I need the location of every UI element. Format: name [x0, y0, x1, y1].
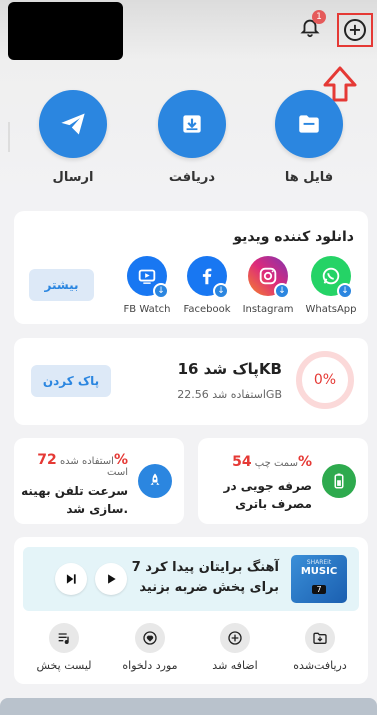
battery-saver-card[interactable]: سمت چپ 54% صرفه جویی در مصرف باتری — [198, 438, 368, 524]
app-name: WhatsApp — [305, 304, 357, 315]
next-button[interactable] — [55, 563, 87, 595]
app-fb-watch[interactable]: ↓ FB Watch — [118, 256, 176, 315]
boost-desc-2: سازی شد. — [66, 502, 128, 516]
used-text: استفاده شد 22.56GB — [177, 388, 282, 401]
video-downloader-title: دانلود کننده ویدیو — [233, 229, 354, 245]
app-name: FB Watch — [123, 304, 171, 315]
phone-boost-card[interactable]: استفاده شده 72% است سرعت تلفن بهینه سازی… — [14, 438, 184, 524]
battery-desc-1: صرفه جویی در — [223, 479, 312, 493]
boost-percent-suffix: استفاده شده — [59, 456, 114, 467]
receive-action[interactable]: دریافت — [157, 90, 227, 185]
download-badge-icon: ↓ — [337, 283, 353, 299]
tab-favorite[interactable]: مورد دلخواه — [110, 623, 190, 672]
download-badge-icon: ↓ — [153, 283, 169, 299]
redacted-area — [8, 2, 123, 60]
add-button[interactable]: + — [337, 13, 373, 47]
thumb-brand: SHAREit — [306, 559, 332, 566]
tab-downloaded[interactable]: دریافت‌شده — [280, 623, 360, 672]
storage-clean-card: 0% پاک شد 16KB استفاده شد 22.56GB پاک کر… — [14, 338, 368, 425]
battery-desc-2: مصرف باتری — [235, 497, 312, 511]
rocket-icon — [138, 464, 172, 498]
boost-percent-suffix-2: است — [107, 467, 128, 478]
skip-next-icon — [66, 574, 76, 584]
music-line-2: برای پخش ضربه بزنید — [139, 580, 279, 596]
play-button[interactable] — [95, 563, 127, 595]
folder-icon — [299, 115, 319, 133]
clean-button[interactable]: پاک کردن — [31, 365, 111, 397]
plus-icon: + — [344, 19, 366, 41]
next-card-edge — [0, 698, 377, 715]
send-label: ارسال — [52, 170, 94, 185]
tab-label: لیست پخش — [36, 659, 92, 672]
send-icon — [61, 113, 85, 135]
music-card: SHAREit MUSIC 7 7 آهنگ برایتان پیدا کرد … — [14, 537, 368, 684]
app-instagram[interactable]: ↓ Instagram — [239, 256, 297, 315]
tab-label: دریافت‌شده — [293, 659, 347, 672]
tab-label: اضافه شد — [212, 659, 258, 672]
favorite-icon — [143, 631, 157, 645]
notification-badge: 1 — [312, 10, 326, 24]
receive-label: دریافت — [168, 170, 216, 185]
thumb-title: MUSIC — [300, 566, 338, 577]
cleaned-text: پاک شد 16KB — [177, 360, 282, 378]
more-button[interactable]: بیشتر — [29, 269, 94, 301]
whatsapp-icon — [322, 267, 340, 285]
scroll-indicator — [8, 122, 10, 152]
playlist-icon — [58, 633, 69, 644]
battery-percent-line: سمت چپ 54% — [232, 454, 312, 470]
storage-percent: 0% — [313, 372, 337, 388]
app-name: Instagram — [242, 304, 294, 315]
fb-watch-icon — [138, 269, 156, 284]
battery-percent-suffix: سمت چپ — [254, 458, 298, 469]
app-name: Facebook — [183, 304, 231, 315]
thumb-number: 7 — [312, 585, 326, 594]
tab-added[interactable]: اضافه شد — [195, 623, 275, 672]
storage-percent-ring: 0% — [296, 351, 354, 409]
music-text: 7 آهنگ برایتان پیدا کرد برای پخش ضربه بز… — [132, 558, 279, 598]
downloaded-icon — [313, 632, 327, 644]
tab-playlist[interactable]: لیست پخش — [24, 623, 104, 672]
app-facebook[interactable]: ↓ Facebook — [178, 256, 236, 315]
video-downloader-card: دانلود کننده ویدیو ↓ WhatsApp ↓ Instagra… — [14, 211, 368, 324]
files-label: فایل ها — [284, 170, 334, 185]
tab-label: مورد دلخواه — [122, 659, 178, 672]
add-icon — [228, 631, 242, 645]
music-line-1: 7 آهنگ برایتان پیدا کرد — [131, 560, 279, 575]
download-badge-icon: ↓ — [213, 283, 229, 299]
send-action[interactable]: ارسال — [38, 90, 108, 185]
play-icon — [108, 574, 116, 584]
instagram-icon — [259, 267, 277, 285]
battery-icon — [322, 464, 356, 498]
boost-desc-1: سرعت تلفن بهینه — [21, 484, 128, 498]
facebook-icon — [202, 268, 212, 285]
app-whatsapp[interactable]: ↓ WhatsApp — [302, 256, 360, 315]
music-banner[interactable]: SHAREit MUSIC 7 7 آهنگ برایتان پیدا کرد … — [23, 547, 359, 611]
notification-button[interactable]: 1 — [295, 10, 326, 42]
receive-icon — [183, 115, 201, 133]
music-thumbnail: SHAREit MUSIC 7 — [291, 555, 347, 603]
download-badge-icon: ↓ — [274, 283, 290, 299]
boost-percent-line: استفاده شده 72% — [37, 452, 128, 468]
files-action[interactable]: فایل ها — [274, 90, 344, 185]
